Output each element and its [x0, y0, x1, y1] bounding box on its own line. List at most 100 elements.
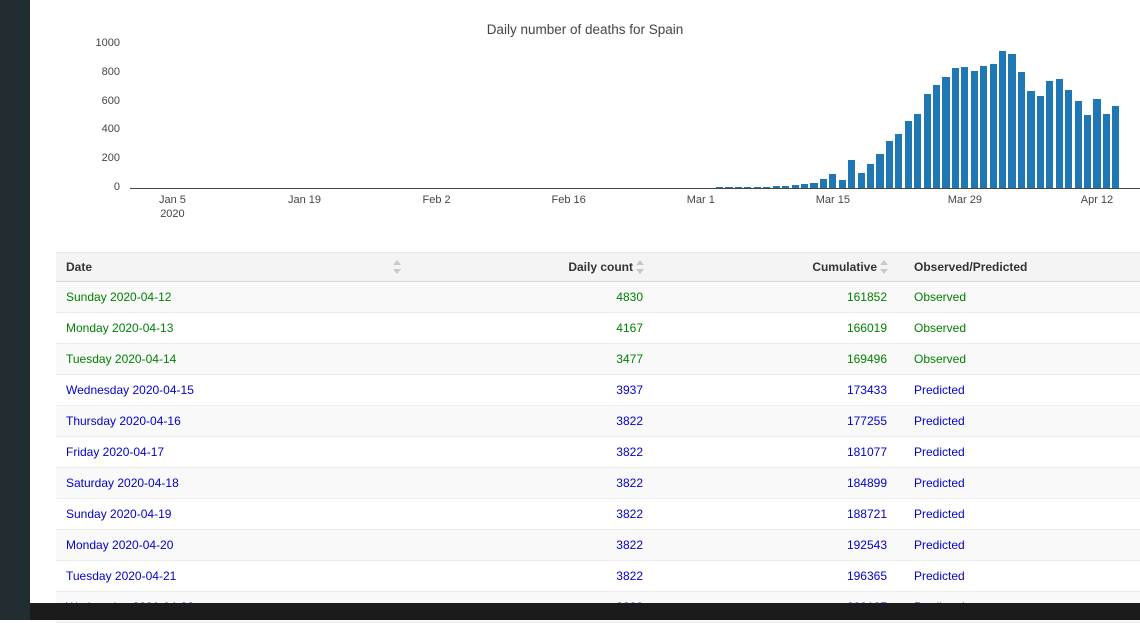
chart-bar	[989, 63, 997, 188]
chart-bar	[1093, 98, 1101, 188]
chart-bar	[857, 172, 865, 188]
cell-date: Sunday 2020-04-12	[56, 281, 410, 313]
cell-status: Predicted	[897, 560, 1140, 592]
chart-bar	[942, 76, 950, 188]
cell-cumulative: 173433	[653, 374, 897, 406]
chart-bar	[829, 174, 837, 188]
y-tick-label: 800	[101, 65, 120, 78]
chart-bar	[866, 163, 875, 188]
chart-bar	[1027, 90, 1035, 188]
cell-daily: 3822	[410, 405, 653, 437]
cell-status: Predicted	[897, 405, 1140, 437]
cell-daily: 3477	[410, 343, 653, 375]
cell-date: Tuesday 2020-04-21	[56, 560, 410, 592]
table-row[interactable]: Tuesday 2020-04-21 3822 196365 Predicted	[56, 560, 1140, 592]
cell-status: Predicted	[897, 467, 1140, 499]
cell-cumulative: 169496	[653, 343, 897, 375]
chart-bar	[1055, 78, 1063, 188]
chart-bar	[961, 67, 969, 188]
chart-bar	[1112, 106, 1120, 188]
x-axis-line	[130, 188, 1140, 189]
sort-arrows-icon[interactable]	[393, 259, 402, 275]
x-tick-label: Mar 15	[815, 194, 850, 206]
cell-date: Saturday 2020-04-18	[56, 467, 410, 499]
cell-date: Friday 2020-04-17	[56, 436, 410, 468]
cell-daily: 3822	[410, 560, 653, 592]
cell-cumulative: 177255	[653, 405, 897, 437]
cell-status: Predicted	[897, 436, 1140, 468]
chart-bar	[933, 84, 941, 188]
cell-cumulative: 192543	[653, 529, 897, 561]
cell-date: Monday 2020-04-13	[56, 312, 410, 344]
forecast-table: Date Daily count Cumulative Observed/Predic…	[56, 252, 1140, 623]
chart-bar	[763, 186, 771, 188]
cell-date: Wednesday 2020-04-15	[56, 374, 410, 406]
chart-bar	[999, 51, 1007, 188]
table-row[interactable]: Friday 2020-04-17 3822 181077 Predicted	[56, 436, 1140, 468]
column-header-label: Cumulative	[812, 260, 877, 274]
cell-status: Observed	[897, 281, 1140, 313]
cell-cumulative: 188721	[653, 498, 897, 530]
chart-bar	[800, 183, 809, 188]
sort-arrows-icon[interactable]	[880, 259, 889, 275]
table-row[interactable]: Monday 2020-04-13 4167 166019 Observed	[56, 312, 1140, 344]
chart-bar	[914, 113, 922, 188]
table-row[interactable]: Sunday 2020-04-12 4830 161852 Observed	[56, 281, 1140, 313]
column-header-cumulative[interactable]: Cumulative	[653, 252, 897, 282]
chart-bar	[838, 179, 846, 188]
forecast-table-wrap: Date Daily count Cumulative Observed/Predic…	[56, 252, 1140, 623]
cell-daily: 4830	[410, 281, 653, 313]
cell-cumulative: 184899	[653, 467, 897, 499]
column-header-daily[interactable]: Daily count	[410, 252, 653, 282]
column-header-label: Date	[66, 260, 93, 274]
cell-status: Observed	[897, 312, 1140, 344]
table-row[interactable]: Sunday 2020-04-19 3822 188721 Predicted	[56, 498, 1140, 530]
chart-bar	[1074, 100, 1082, 188]
chart-bar	[744, 187, 752, 188]
cell-cumulative: 181077	[653, 436, 897, 468]
chart-bar	[791, 185, 799, 188]
chart-bar	[725, 187, 733, 188]
cell-daily: 3822	[410, 436, 653, 468]
chart-bar	[772, 186, 780, 188]
y-tick-label: 200	[101, 152, 120, 165]
cell-status: Predicted	[897, 374, 1140, 406]
cell-daily: 3822	[410, 467, 653, 499]
table-row[interactable]: Thursday 2020-04-16 3822 177255 Predicted	[56, 405, 1140, 437]
chart-bar	[895, 134, 903, 188]
x-tick-label: Mar 1	[686, 194, 715, 206]
chart-bar	[1008, 53, 1016, 188]
cell-date: Monday 2020-04-20	[56, 529, 410, 561]
bottom-bar	[30, 603, 1140, 620]
cell-cumulative: 161852	[653, 281, 897, 313]
chart-bar	[904, 121, 912, 188]
table-row[interactable]: Saturday 2020-04-18 3822 184899 Predicted	[56, 467, 1140, 499]
chart-bar	[753, 186, 761, 188]
x-tick-label: Feb 16	[551, 194, 586, 206]
collapsed-sidebar	[0, 0, 30, 620]
cell-date: Sunday 2020-04-19	[56, 498, 410, 530]
cell-cumulative: 166019	[653, 312, 897, 344]
table-header-row: Date Daily count Cumulative Observed/Predic…	[56, 252, 1140, 282]
table-row[interactable]: Monday 2020-04-20 3822 192543 Predicted	[56, 529, 1140, 561]
cell-daily: 3937	[410, 374, 653, 406]
table-header: Date Daily count Cumulative Observed/Predic…	[56, 252, 1140, 282]
chart-bar	[782, 185, 790, 188]
column-header-status[interactable]: Observed/Predicted	[897, 252, 1140, 282]
chart-bar	[885, 141, 893, 188]
table-row[interactable]: Wednesday 2020-04-15 3937 173433 Predicted	[56, 374, 1140, 406]
daily-deaths-bar-chart[interactable]: 0 200 400 600 800 1000 Jan 5 2020 Jan 19 Feb 2 Feb…	[30, 0, 1140, 246]
cell-daily: 4167	[410, 312, 653, 344]
chart-bar	[716, 187, 724, 188]
cell-daily: 3822	[410, 529, 653, 561]
cell-status: Predicted	[897, 529, 1140, 561]
table-row[interactable]: Tuesday 2020-04-14 3477 169496 Observed	[56, 343, 1140, 375]
x-tick-label: Feb 2	[422, 194, 451, 206]
column-header-date[interactable]: Date	[56, 252, 410, 282]
table-body: Sunday 2020-04-12 4830 161852 Observed Monda…	[56, 281, 1140, 623]
chart-bar	[1036, 96, 1044, 188]
chart-bar	[734, 187, 743, 188]
sort-arrows-icon[interactable]	[636, 259, 645, 275]
cell-cumulative: 196365	[653, 560, 897, 592]
y-tick-label: 1000	[95, 37, 120, 49]
